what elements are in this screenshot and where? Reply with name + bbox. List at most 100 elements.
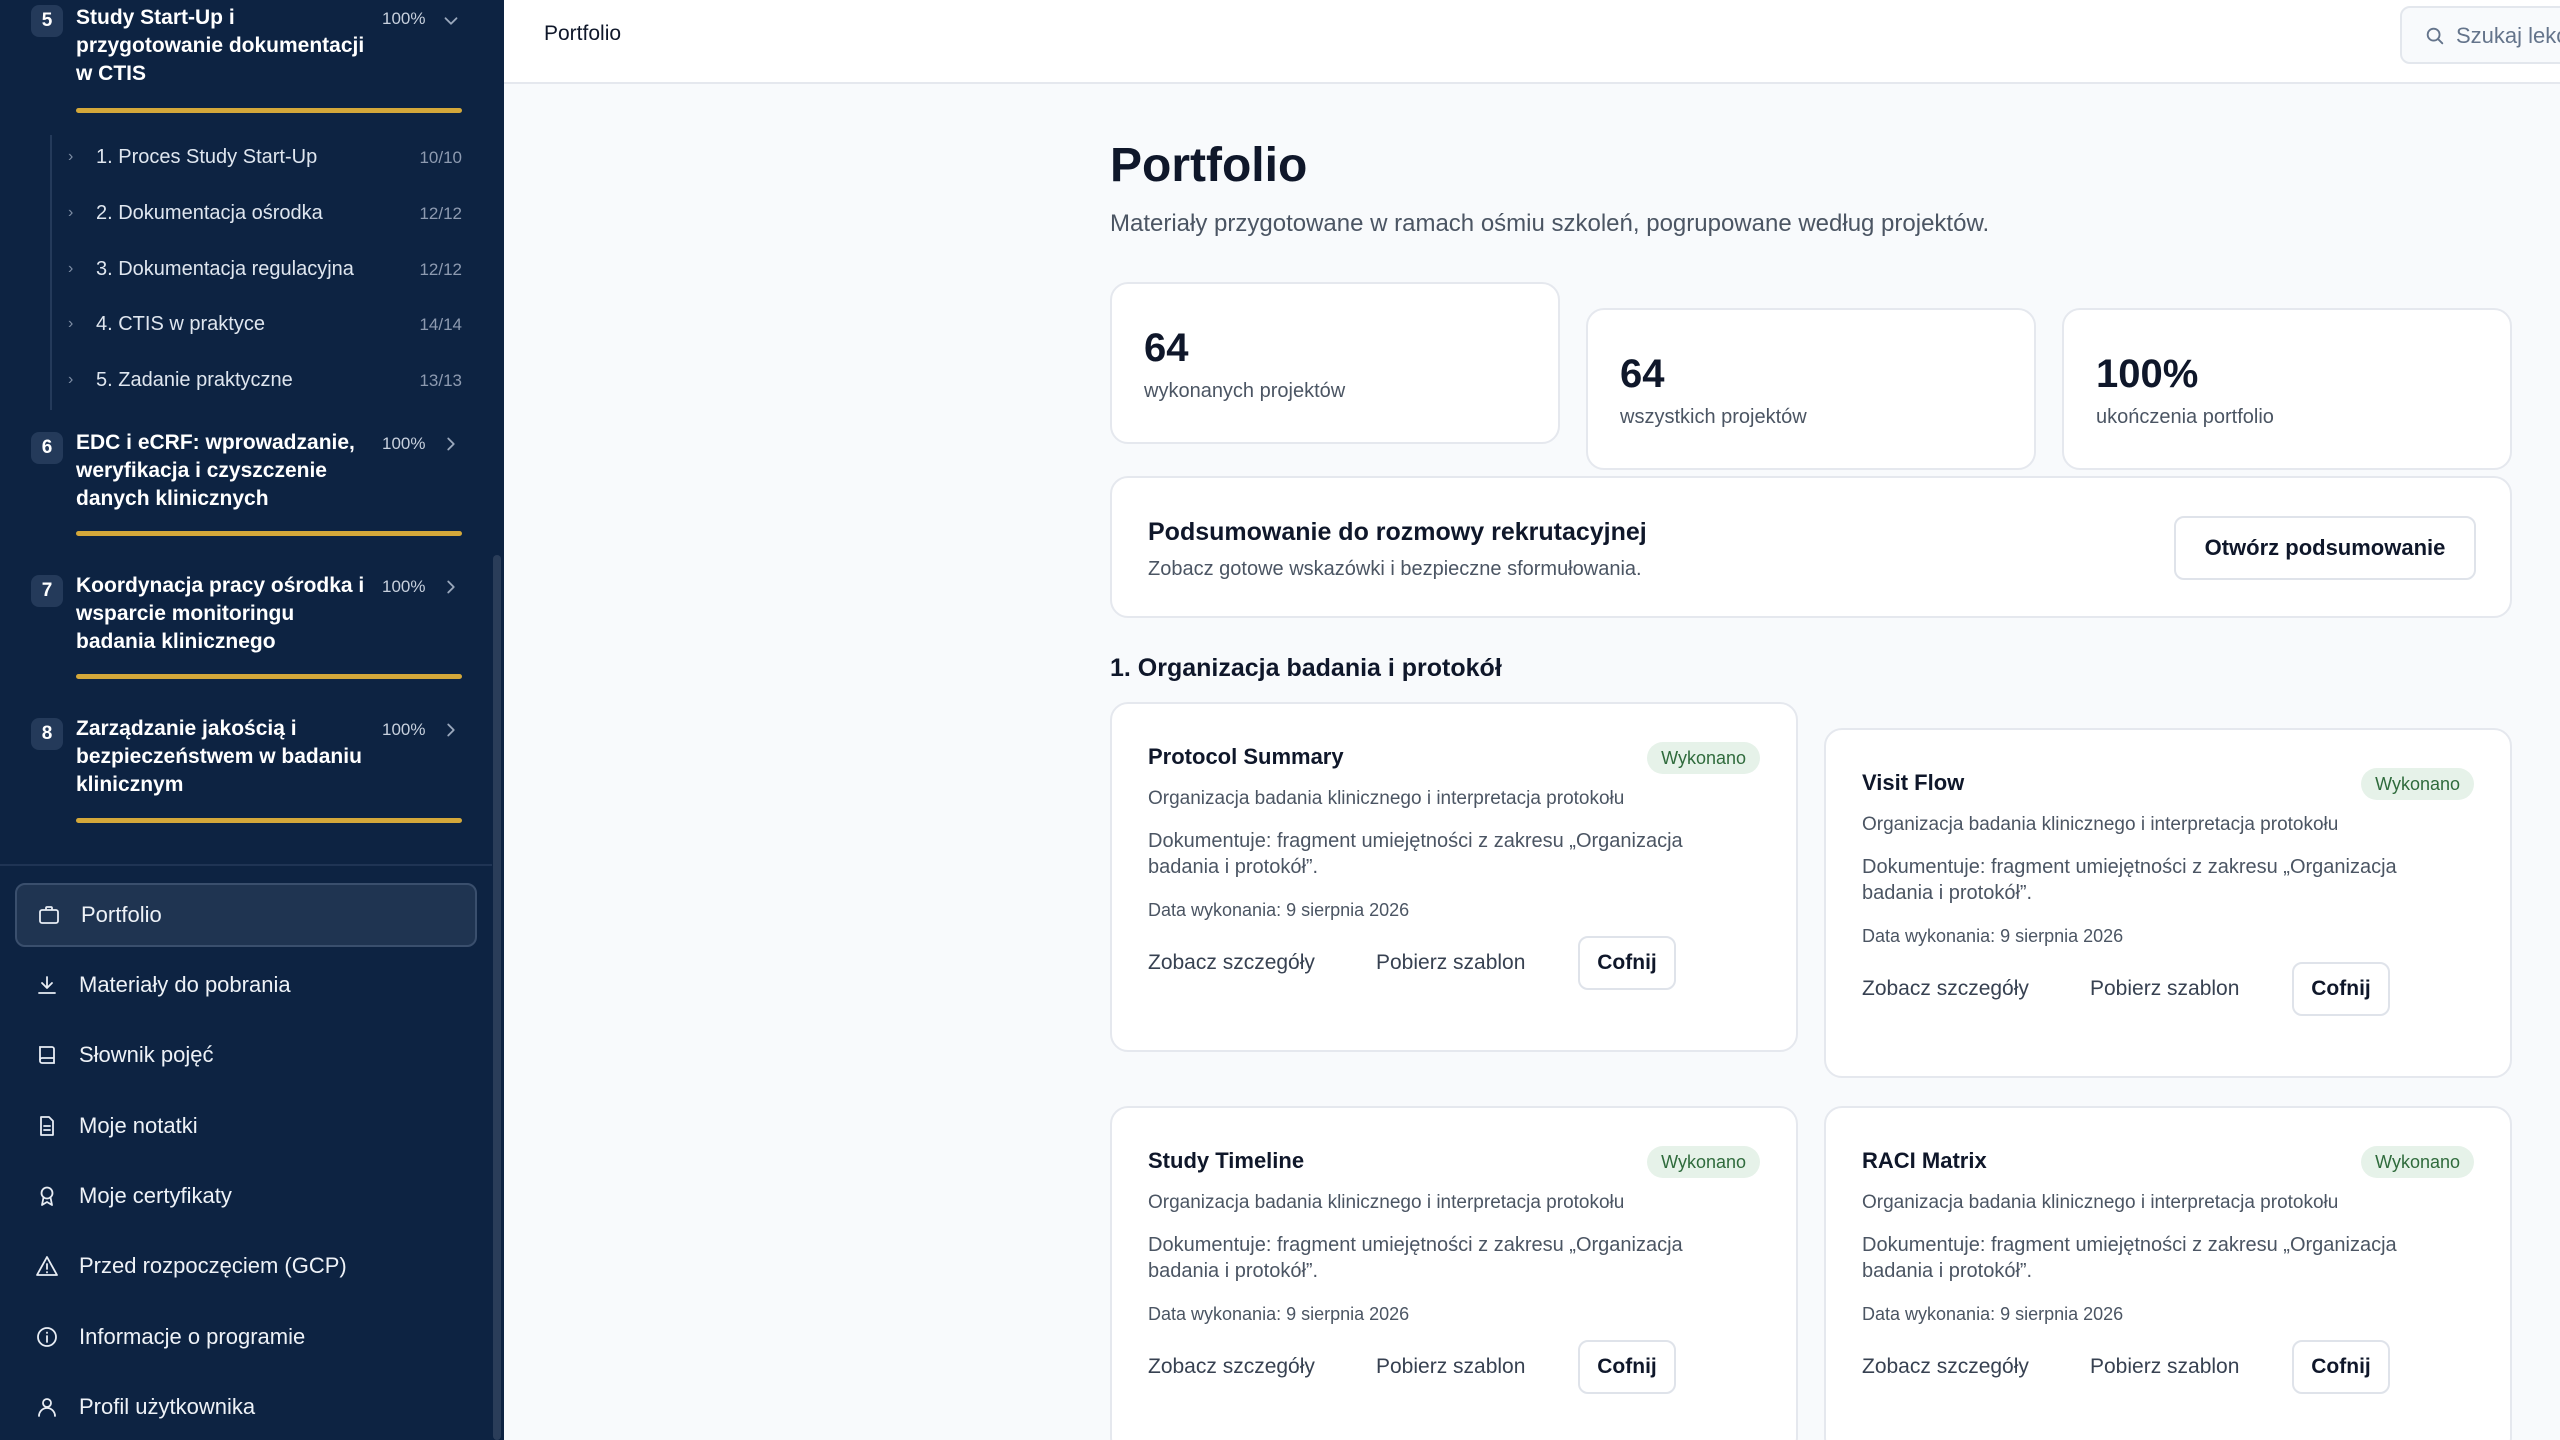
card-title: Protocol Summary (1148, 744, 1344, 769)
breadcrumb[interactable]: Portfolio (544, 22, 621, 46)
card-description: Dokumentuje: fragment umiejętności z zak… (1148, 830, 1683, 878)
download-template-button[interactable]: Pobierz szablon (1356, 1340, 1545, 1394)
nav-label: Portfolio (81, 902, 162, 927)
search-input[interactable] (2456, 20, 2560, 52)
search-icon (2426, 27, 2444, 45)
view-details-button[interactable]: Zobacz szczegóły (1842, 962, 2049, 1016)
briefcase-icon (37, 903, 61, 927)
status-badge: Wykonano (2361, 768, 2474, 800)
nav-label: Słownik pojęć (79, 1042, 214, 1067)
lesson-item[interactable]: › 3. Dokumentacja regulacyjna 12/12 (40, 244, 470, 298)
nav-item-info[interactable]: Informacje o programie (15, 1305, 477, 1369)
stat-label: wykonanych projektów (1144, 380, 1346, 402)
module-title: EDC i eCRF: wprowadzanie, weryfikacja i … (76, 431, 355, 510)
card-date: Data wykonania: 9 sierpnia 2026 (1148, 900, 1410, 920)
module-number: 8 (31, 718, 63, 750)
card-description: Dokumentuje: fragment umiejętności z zak… (1862, 856, 2397, 904)
card-title: Visit Flow (1862, 770, 1965, 795)
user-icon (35, 1395, 59, 1419)
nav-label: Informacje o programie (79, 1324, 306, 1349)
module-number: 5 (31, 5, 63, 37)
award-icon (35, 1184, 59, 1208)
chevron-right-icon: › (68, 204, 74, 221)
download-template-button[interactable]: Pobierz szablon (2070, 1340, 2259, 1394)
search-box[interactable] (2400, 6, 2560, 64)
card-title: Study Timeline (1148, 1148, 1305, 1173)
lesson-item[interactable]: › 4. CTIS w praktyce 14/14 (40, 299, 470, 353)
stat-card: 64 wszystkich projektów (1586, 308, 2036, 470)
card-date: Data wykonania: 9 sierpnia 2026 (1862, 1304, 2124, 1324)
module-title: Zarządzanie jakością i bezpieczeństwem w… (76, 717, 362, 796)
open-summary-button[interactable]: Otwórz podsumowanie (2174, 516, 2476, 580)
chevron-right-icon[interactable] (440, 433, 462, 455)
project-card: Visit Flow Wykonano Organizacja badania … (1824, 728, 2512, 1078)
sidebar-divider (0, 864, 492, 866)
chevron-down-icon[interactable] (440, 10, 462, 32)
project-card: RACI Matrix Wykonano Organizacja badania… (1824, 1106, 2512, 1440)
nav-item-certificates[interactable]: Moje certyfikaty (15, 1164, 477, 1228)
nav-label: Materiały do pobrania (79, 972, 291, 997)
download-template-button[interactable]: Pobierz szablon (1356, 936, 1545, 990)
project-card: Protocol Summary Wykonano Organizacja ba… (1110, 702, 1798, 1052)
lesson-count: 14/14 (419, 315, 462, 334)
card-course: Organizacja badania klinicznego i interp… (1862, 1192, 2339, 1213)
nav-item-profile[interactable]: Profil użytkownika (15, 1375, 477, 1439)
page-title: Portfolio (1110, 139, 1308, 192)
nav-label: Moje certyfikaty (79, 1183, 232, 1208)
lesson-item[interactable]: › 5. Zadanie praktyczne 13/13 (40, 355, 470, 409)
card-course: Organizacja badania klinicznego i interp… (1862, 814, 2339, 835)
page-subtitle: Materiały przygotowane w ramach ośmiu sz… (1110, 210, 1990, 237)
nav-item-notes[interactable]: Moje notatki (15, 1094, 477, 1158)
lesson-count: 12/12 (419, 260, 462, 279)
view-details-button[interactable]: Zobacz szczegóły (1842, 1340, 2049, 1394)
module-progress: 100% (382, 720, 426, 739)
undo-button[interactable]: Cofnij (2292, 1340, 2390, 1394)
lesson-item[interactable]: › 2. Dokumentacja ośrodka 12/12 (40, 188, 470, 242)
chevron-right-icon[interactable] (440, 719, 462, 741)
book-icon (35, 1043, 59, 1067)
module-progress: 100% (382, 577, 426, 596)
status-badge: Wykonano (2361, 1146, 2474, 1178)
module-progress: 100% (382, 434, 426, 453)
chevron-right-icon[interactable] (440, 576, 462, 598)
module-number: 7 (31, 575, 63, 607)
undo-button[interactable]: Cofnij (2292, 962, 2390, 1016)
sidebar-scrollbar[interactable] (493, 555, 501, 1440)
module-progress-bar (76, 818, 462, 823)
module-progress: 100% (382, 9, 426, 28)
nav-item-downloads[interactable]: Materiały do pobrania (15, 953, 477, 1017)
lesson-label: 2. Dokumentacja ośrodka (96, 202, 323, 224)
chevron-right-icon: › (68, 315, 74, 332)
lesson-count: 12/12 (419, 204, 462, 223)
lesson-label: 4. CTIS w praktyce (96, 313, 265, 335)
chevron-right-icon: › (68, 148, 74, 165)
stat-value: 64 (1620, 352, 1665, 396)
download-template-button[interactable]: Pobierz szablon (2070, 962, 2259, 1016)
status-badge: Wykonano (1647, 1146, 1760, 1178)
download-icon (35, 973, 59, 997)
undo-button[interactable]: Cofnij (1578, 1340, 1676, 1394)
card-date: Data wykonania: 9 sierpnia 2026 (1148, 1304, 1410, 1324)
nav-item-portfolio[interactable]: Portfolio (15, 883, 477, 947)
module-progress-bar (76, 674, 462, 679)
module-progress-bar (76, 108, 462, 113)
card-date: Data wykonania: 9 sierpnia 2026 (1862, 926, 2124, 946)
view-details-button[interactable]: Zobacz szczegóły (1128, 936, 1335, 990)
stat-label: ukończenia portfolio (2096, 406, 2274, 428)
stat-card: 64 wykonanych projektów (1110, 282, 1560, 444)
nav-item-gcp[interactable]: Przed rozpoczęciem (GCP) (15, 1234, 477, 1298)
status-badge: Wykonano (1647, 742, 1760, 774)
top-bar: Portfolio (504, 0, 2560, 84)
stat-card: 100% ukończenia portfolio (2062, 308, 2512, 470)
info-icon (35, 1325, 59, 1349)
view-details-button[interactable]: Zobacz szczegóły (1128, 1340, 1335, 1394)
card-description: Dokumentuje: fragment umiejętności z zak… (1148, 1234, 1683, 1282)
undo-button[interactable]: Cofnij (1578, 936, 1676, 990)
warning-icon (35, 1254, 59, 1278)
lesson-item[interactable]: › 1. Proces Study Start-Up 10/10 (40, 132, 470, 186)
lesson-label: 5. Zadanie praktyczne (96, 369, 293, 391)
lesson-label: 1. Proces Study Start-Up (96, 146, 318, 168)
summary-title: Podsumowanie do rozmowy rekrutacyjnej (1148, 518, 1647, 546)
stat-value: 64 (1144, 326, 1189, 370)
nav-item-glossary[interactable]: Słownik pojęć (15, 1023, 477, 1087)
